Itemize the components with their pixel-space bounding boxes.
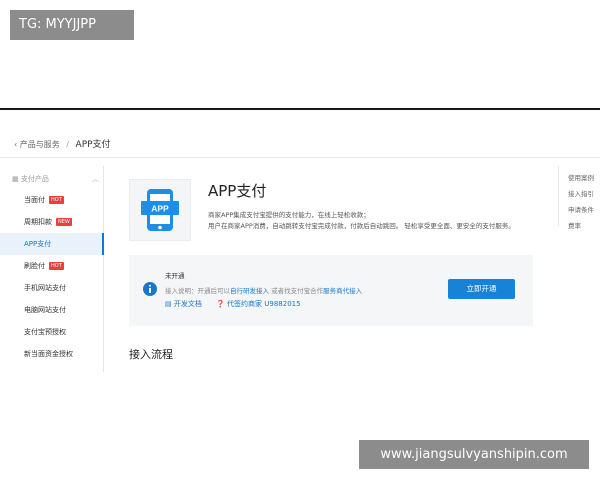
merchant-code-link[interactable]: ❓ 代签约商家 U9882015 (216, 300, 306, 308)
sidebar: ▦ 支付产品 ︿ 当面付 HOT 周期扣款 NEW APP支付刷脸付 HOT 手机网站支付电… (0, 166, 104, 372)
sidebar-item[interactable]: 新当面资金授权 (0, 343, 103, 365)
docs-row: ▤ 开发文档 ❓ 代签约商家 U9882015 (165, 299, 313, 309)
sidebar-item[interactable]: 电脑网站支付 (0, 299, 103, 321)
sidebar-item-badge: HOT (49, 196, 64, 204)
sidebar-item-badge: NEW (56, 218, 72, 226)
breadcrumb-separator: / (66, 140, 69, 149)
section-title: 接入流程 (129, 348, 173, 361)
dev-docs-label: 开发文档 (173, 300, 202, 308)
sidebar-header-label: 支付产品 (20, 175, 49, 183)
sidebar-item[interactable]: 周期扣款 NEW (0, 211, 103, 233)
tg-tag: TG: MYYJJPP (10, 10, 134, 40)
sidebar-item[interactable]: 当面付 HOT (0, 189, 103, 211)
sidebar-item-label: 刷脸付 (24, 262, 45, 270)
page-title: APP支付 (208, 182, 267, 200)
status-label: 未开通 (165, 272, 185, 280)
grid-icon: ▦ (12, 175, 21, 183)
sidebar-item-label: 支付宝预授权 (24, 328, 66, 336)
watermark: www.jiangsulvyanshipin.com (359, 440, 589, 469)
top-divider (0, 108, 600, 110)
product-description: 商家APP集成支付宝提供的支付能力，在线上轻松收款； 用户在商家APP消费，自动… (208, 210, 538, 232)
right-link-rates[interactable]: 费率 (568, 218, 594, 234)
sidebar-item[interactable]: 手机网站支付 (0, 277, 103, 299)
sidebar-item-label: 新当面资金授权 (24, 350, 73, 358)
app-icon-text: APP (151, 204, 169, 214)
sidebar-item-label: APP支付 (24, 240, 52, 248)
info-icon (143, 282, 157, 296)
breadcrumb: ‹ 产品与服务 / APP支付 (14, 137, 111, 150)
right-link-conditions[interactable]: 申请条件 (568, 202, 594, 218)
self-develop-link[interactable]: 自行研发接入 (230, 287, 269, 295)
app-payment-icon: APP (129, 179, 191, 241)
merchant-code-label: 代签约商家 U9882015 (227, 300, 301, 308)
dev-docs-link[interactable]: ▤ 开发文档 (165, 300, 208, 308)
provider-link[interactable]: 服务商代接入 (323, 287, 362, 295)
right-divider (558, 166, 559, 226)
access-note: 接入说明：开通后可以自行研发接入 或者找支付宝合作服务商代接入 (165, 285, 362, 295)
breadcrumb-current: APP支付 (75, 140, 111, 150)
sidebar-item[interactable]: 支付宝预授权 (0, 321, 103, 343)
right-links: 使用案例 接入指引 申请条件 费率 (568, 170, 594, 234)
activate-button[interactable]: 立即开通 (448, 279, 515, 299)
description-line-1: 商家APP集成支付宝提供的支付能力，在线上轻松收款； (208, 211, 370, 219)
chevron-up-icon: ︿ (92, 175, 99, 183)
sidebar-item-badge: HOT (49, 262, 64, 270)
sidebar-header[interactable]: ▦ 支付产品 ︿ (12, 174, 99, 184)
description-line-2: 用户在商家APP消费，自动跳转支付宝完成付款，付款后自动跳回。 轻松享受更全面、… (208, 222, 515, 230)
sidebar-item-label: 周期扣款 (24, 218, 52, 226)
breadcrumb-divider (0, 157, 600, 158)
sidebar-item-label: 电脑网站支付 (24, 306, 66, 314)
right-link-cases[interactable]: 使用案例 (568, 170, 594, 186)
breadcrumb-parent[interactable]: 产品与服务 (20, 140, 60, 149)
access-middle: 或者找支付宝合作 (269, 287, 324, 295)
right-link-guide[interactable]: 接入指引 (568, 186, 594, 202)
sidebar-item[interactable]: APP支付 (0, 233, 104, 255)
access-prefix: 接入说明：开通后可以 (165, 287, 230, 295)
activation-panel: 未开通 接入说明：开通后可以自行研发接入 或者找支付宝合作服务商代接入 ▤ 开发… (129, 255, 533, 326)
sidebar-item[interactable]: 刷脸付 HOT (0, 255, 103, 277)
sidebar-item-label: 当面付 (24, 196, 45, 204)
sidebar-item-label: 手机网站支付 (24, 284, 66, 292)
